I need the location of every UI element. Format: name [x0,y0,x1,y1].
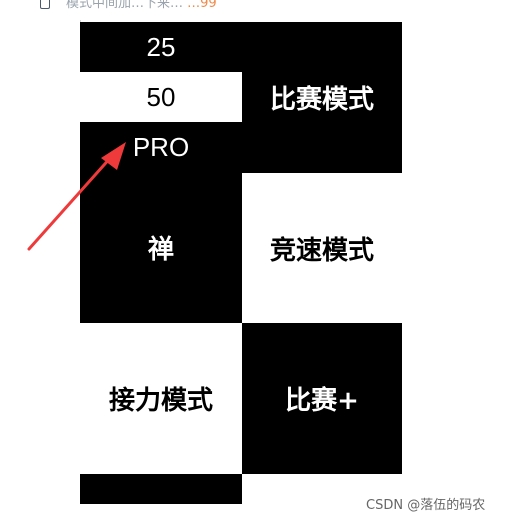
match-plus-mode-tile[interactable]: 比赛+ [242,323,402,474]
option-pro-button[interactable]: PRO [80,122,242,172]
top-strip-text: 模式中间加…下来… …99 [66,0,217,11]
relay-mode-tile[interactable]: 接力模式 [80,323,242,474]
option-50-button[interactable]: 50 [80,72,242,122]
phone-icon [40,0,50,9]
speed-mode-tile[interactable]: 竞速模式 [242,173,402,323]
zen-mode-tile[interactable]: 禅 [80,172,242,323]
bottom-partial-tile [80,474,242,504]
option-25-button[interactable]: 25 [80,22,242,72]
top-strip: 模式中间加…下来… …99 [0,0,512,12]
watermark: CSDN @落伍的码农 [366,498,486,513]
match-mode-tile[interactable]: 比赛模式 [242,22,402,173]
